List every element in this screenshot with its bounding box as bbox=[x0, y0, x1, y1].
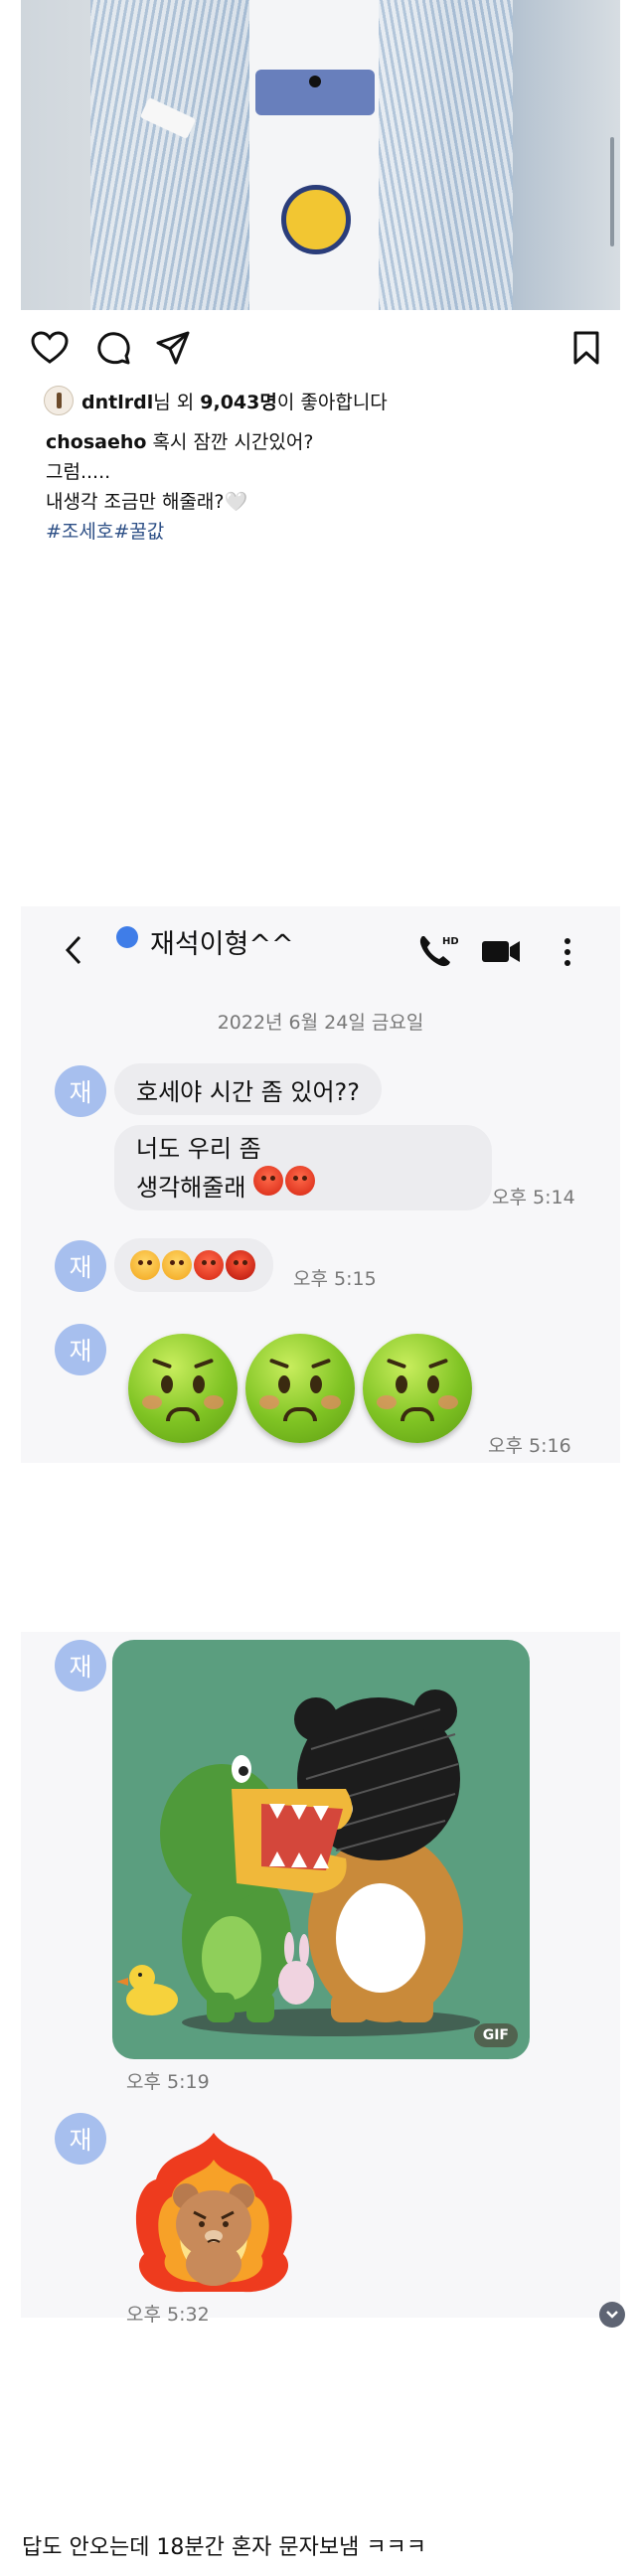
caption-author[interactable]: chosaeho bbox=[46, 431, 146, 453]
message-time: 오후 5:32 bbox=[126, 2304, 210, 2326]
likes-middle: 님 외 bbox=[153, 391, 201, 413]
presence-dot-icon bbox=[116, 926, 138, 948]
caption-line-2: 그럼..... bbox=[46, 461, 111, 483]
send-icon[interactable] bbox=[153, 328, 193, 368]
video-call-icon[interactable] bbox=[480, 934, 522, 968]
gif-badge: GIF bbox=[473, 2023, 518, 2047]
liker-username[interactable]: dntlrdl bbox=[81, 392, 153, 413]
chat-screenshot-2: 재 GIF 오후 5:19 재 오후 5:32 bbox=[21, 1632, 620, 2326]
cursing-face-icon bbox=[226, 1250, 255, 1280]
post-actions bbox=[30, 328, 606, 372]
message-text-line-2: 생각해줄래 bbox=[136, 1173, 246, 1202]
post-photo[interactable] bbox=[21, 0, 620, 310]
liker-avatar[interactable] bbox=[44, 386, 74, 415]
message-time: 오후 5:16 bbox=[488, 1435, 571, 1457]
chat-header: 재석이형^^ HD bbox=[21, 906, 620, 996]
more-vertical-icon[interactable] bbox=[558, 934, 577, 970]
post-caption: chosaeho 혹시 잠깐 시간있어? 그럼..... 내생각 조금만 해줄래?… bbox=[46, 427, 313, 547]
caption-line-1: 혹시 잠깐 시간있어? bbox=[152, 431, 314, 453]
photo-scrollbar bbox=[610, 137, 614, 246]
message-bubble[interactable]: 너도 우리 좀 생각해줄래 bbox=[114, 1125, 492, 1210]
scroll-down-icon[interactable] bbox=[599, 2302, 625, 2328]
contact-name[interactable]: 재석이형^^ bbox=[150, 922, 294, 961]
contact-avatar[interactable]: 재 bbox=[55, 1640, 106, 1691]
message-bubble[interactable]: 호세야 시간 좀 있어?? bbox=[114, 1063, 383, 1115]
likes-suffix: 이 좋아합니다 bbox=[276, 391, 388, 413]
caption-line-3: 내생각 조금만 해줄래?🤍 bbox=[46, 491, 248, 513]
message-text: 호세야 시간 좀 있어?? bbox=[136, 1077, 361, 1106]
angry-bear-fire-sticker-icon[interactable] bbox=[124, 2125, 303, 2304]
photo-shirt bbox=[249, 0, 379, 310]
message-text-line-1: 너도 우리 좀 bbox=[136, 1134, 261, 1163]
caption-hashtags[interactable]: #조세호#꿀값 bbox=[46, 517, 313, 547]
likes-count[interactable]: 9,043명 bbox=[200, 392, 277, 413]
comment-icon[interactable] bbox=[93, 328, 133, 368]
heart-icon[interactable] bbox=[30, 328, 70, 368]
hd-call-icon[interactable]: HD bbox=[416, 932, 459, 970]
gif-sticker-card[interactable]: GIF bbox=[112, 1640, 530, 2059]
nauseated-face-icon[interactable] bbox=[128, 1334, 238, 1443]
message-time: 오후 5:15 bbox=[293, 1268, 377, 1290]
message-time: 오후 5:14 bbox=[492, 1187, 575, 1208]
emoji-bubble[interactable] bbox=[114, 1238, 273, 1292]
angry-face-icon bbox=[194, 1250, 224, 1280]
photo-jacket-left bbox=[90, 0, 259, 310]
steam-face-icon bbox=[162, 1250, 192, 1280]
chat-screenshot-1: 재석이형^^ HD 2022년 6월 24일 금요일 재 호세야 시간 좀 있어… bbox=[21, 906, 620, 1463]
date-divider: 2022년 6월 24일 금요일 bbox=[217, 1012, 424, 1034]
crocodile-bear-sticker-icon bbox=[116, 1690, 480, 2036]
bookmark-icon[interactable] bbox=[566, 328, 606, 368]
hd-label: HD bbox=[442, 936, 458, 947]
photo-jacket-right bbox=[364, 0, 513, 310]
contact-avatar[interactable]: 재 bbox=[55, 1324, 106, 1375]
message-time: 오후 5:19 bbox=[126, 2071, 210, 2093]
contact-avatar[interactable]: 재 bbox=[55, 1065, 106, 1117]
steam-face-icon bbox=[130, 1250, 160, 1280]
photo-shirt-badge bbox=[281, 185, 351, 254]
nauseated-face-icon[interactable] bbox=[245, 1334, 355, 1443]
nauseated-face-icon[interactable] bbox=[363, 1334, 472, 1443]
angry-face-icon bbox=[253, 1165, 284, 1196]
photo-mic bbox=[309, 76, 321, 87]
post-footer-text: 답도 안오는데 18분간 혼자 문자보냄 ㅋㅋㅋ bbox=[22, 2535, 427, 2560]
likes-row: dntlrdl님 외 9,043명이 좋아합니다 bbox=[44, 386, 388, 415]
back-arrow-icon[interactable] bbox=[59, 934, 90, 966]
contact-avatar[interactable]: 재 bbox=[55, 2113, 106, 2165]
angry-face-icon bbox=[285, 1165, 316, 1196]
contact-avatar[interactable]: 재 bbox=[55, 1240, 106, 1292]
